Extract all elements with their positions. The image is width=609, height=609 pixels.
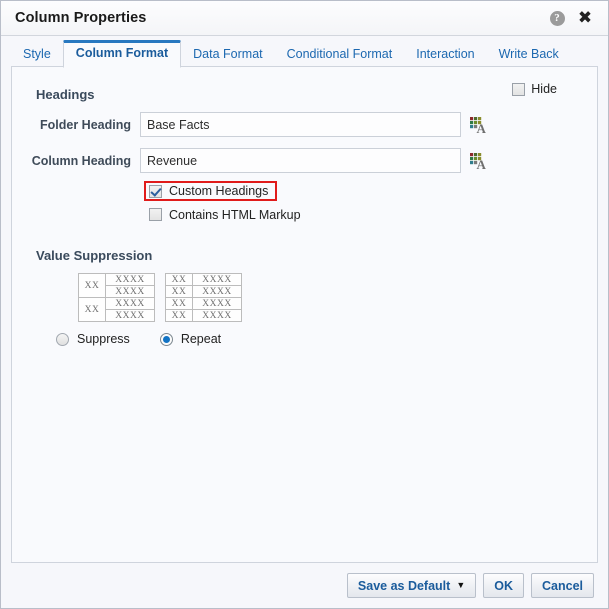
- repeat-label[interactable]: Repeat: [181, 332, 221, 346]
- table-row: XX XXXX: [165, 285, 242, 298]
- table-row: XX XXXX: [78, 297, 155, 322]
- custom-headings-label: Custom Headings: [169, 184, 269, 198]
- help-button[interactable]: ?: [546, 7, 568, 29]
- repeat-radio[interactable]: [159, 332, 173, 346]
- folder-heading-label: Folder Heading: [40, 117, 131, 132]
- cancel-button[interactable]: Cancel: [531, 573, 594, 598]
- cell-xx: XX: [165, 273, 193, 286]
- hide-checkbox-row[interactable]: Hide: [512, 82, 557, 96]
- value-suppression-options: Suppress Repeat: [56, 332, 581, 346]
- contains-html-label: Contains HTML Markup: [169, 207, 301, 222]
- column-format-panel: Hide Headings Folder Heading A: [11, 66, 598, 563]
- suppress-preview-table: XX XXXX XXXX XX XXXX XXXX: [78, 273, 155, 322]
- cell-xx: XX: [165, 285, 193, 298]
- table-row: XX XXXX: [165, 309, 242, 322]
- save-as-default-label: Save as Default: [357, 578, 451, 593]
- value-suppression-section-title: Value Suppression: [36, 248, 153, 263]
- column-heading-input[interactable]: [140, 148, 461, 173]
- font-format-icon[interactable]: A: [468, 114, 489, 136]
- ok-button[interactable]: OK: [483, 573, 524, 598]
- close-button[interactable]: ✖: [574, 7, 596, 29]
- cell-xxxx: XXXX: [105, 297, 155, 310]
- chevron-down-icon: ▼: [456, 580, 466, 590]
- value-suppression-previews: XX XXXX XXXX XX XXXX XXXX XX XXXX XX XXX…: [78, 273, 581, 322]
- dialog-title: Column Properties: [15, 10, 147, 26]
- cell-xxxx: XXXX: [192, 285, 242, 298]
- custom-headings-checkbox[interactable]: [149, 184, 162, 198]
- heading-options: Custom Headings Contains HTML Markup: [144, 181, 581, 224]
- dialog-titlebar: Column Properties ? ✖: [1, 1, 608, 36]
- hide-checkbox[interactable]: [512, 82, 526, 96]
- table-row: XX XXXX: [78, 273, 155, 298]
- contains-html-row[interactable]: Contains HTML Markup: [149, 205, 581, 224]
- font-format-icon[interactable]: A: [468, 150, 489, 172]
- cell-xxxx: XXXX: [192, 273, 242, 286]
- table-row: XX XXXX: [165, 273, 242, 286]
- tab-write-back[interactable]: Write Back: [487, 42, 571, 68]
- folder-heading-row: Folder Heading A: [28, 112, 581, 137]
- tab-conditional-format[interactable]: Conditional Format: [275, 42, 405, 68]
- suppress-radio[interactable]: [56, 332, 69, 346]
- tab-data-format[interactable]: Data Format: [181, 42, 274, 68]
- cell-xx: XX: [165, 297, 193, 310]
- cell-xx: XX: [78, 297, 106, 322]
- close-x-icon: ✖: [577, 7, 593, 28]
- column-heading-row: Column Heading A: [28, 148, 581, 173]
- cell-xxxx: XXXX: [192, 297, 242, 310]
- save-as-default-button[interactable]: Save as Default ▼: [346, 573, 477, 598]
- tab-column-format[interactable]: Column Format: [62, 40, 182, 68]
- folder-heading-input[interactable]: [140, 112, 461, 137]
- hide-label: Hide: [531, 82, 557, 96]
- column-heading-label: Column Heading: [31, 153, 131, 168]
- suppress-label[interactable]: Suppress: [77, 332, 130, 346]
- repeat-preview-table: XX XXXX XX XXXX XX XXXX XX XXXX: [165, 273, 242, 322]
- help-circle-icon: ?: [549, 10, 565, 26]
- cell-xxxx: XXXX: [105, 285, 155, 298]
- cell-xx: XX: [78, 273, 106, 298]
- dialog-footer: Save as Default ▼ OK Cancel: [1, 563, 608, 608]
- cell-xx: XX: [165, 309, 193, 322]
- tab-interaction[interactable]: Interaction: [404, 42, 486, 68]
- cell-xxxx: XXXX: [192, 309, 242, 322]
- column-properties-dialog: Column Properties ? ✖ Style Column Forma…: [0, 0, 609, 609]
- headings-section-title: Headings: [36, 87, 95, 102]
- tab-bar: Style Column Format Data Format Conditio…: [1, 36, 608, 68]
- custom-headings-row[interactable]: Custom Headings: [144, 181, 277, 201]
- cell-xxxx: XXXX: [105, 309, 155, 322]
- table-row: XX XXXX: [165, 297, 242, 310]
- svg-text:A: A: [477, 121, 487, 135]
- contains-html-checkbox[interactable]: [149, 208, 162, 221]
- svg-text:A: A: [477, 157, 487, 171]
- cell-xxxx: XXXX: [105, 273, 155, 286]
- tab-style[interactable]: Style: [11, 42, 63, 68]
